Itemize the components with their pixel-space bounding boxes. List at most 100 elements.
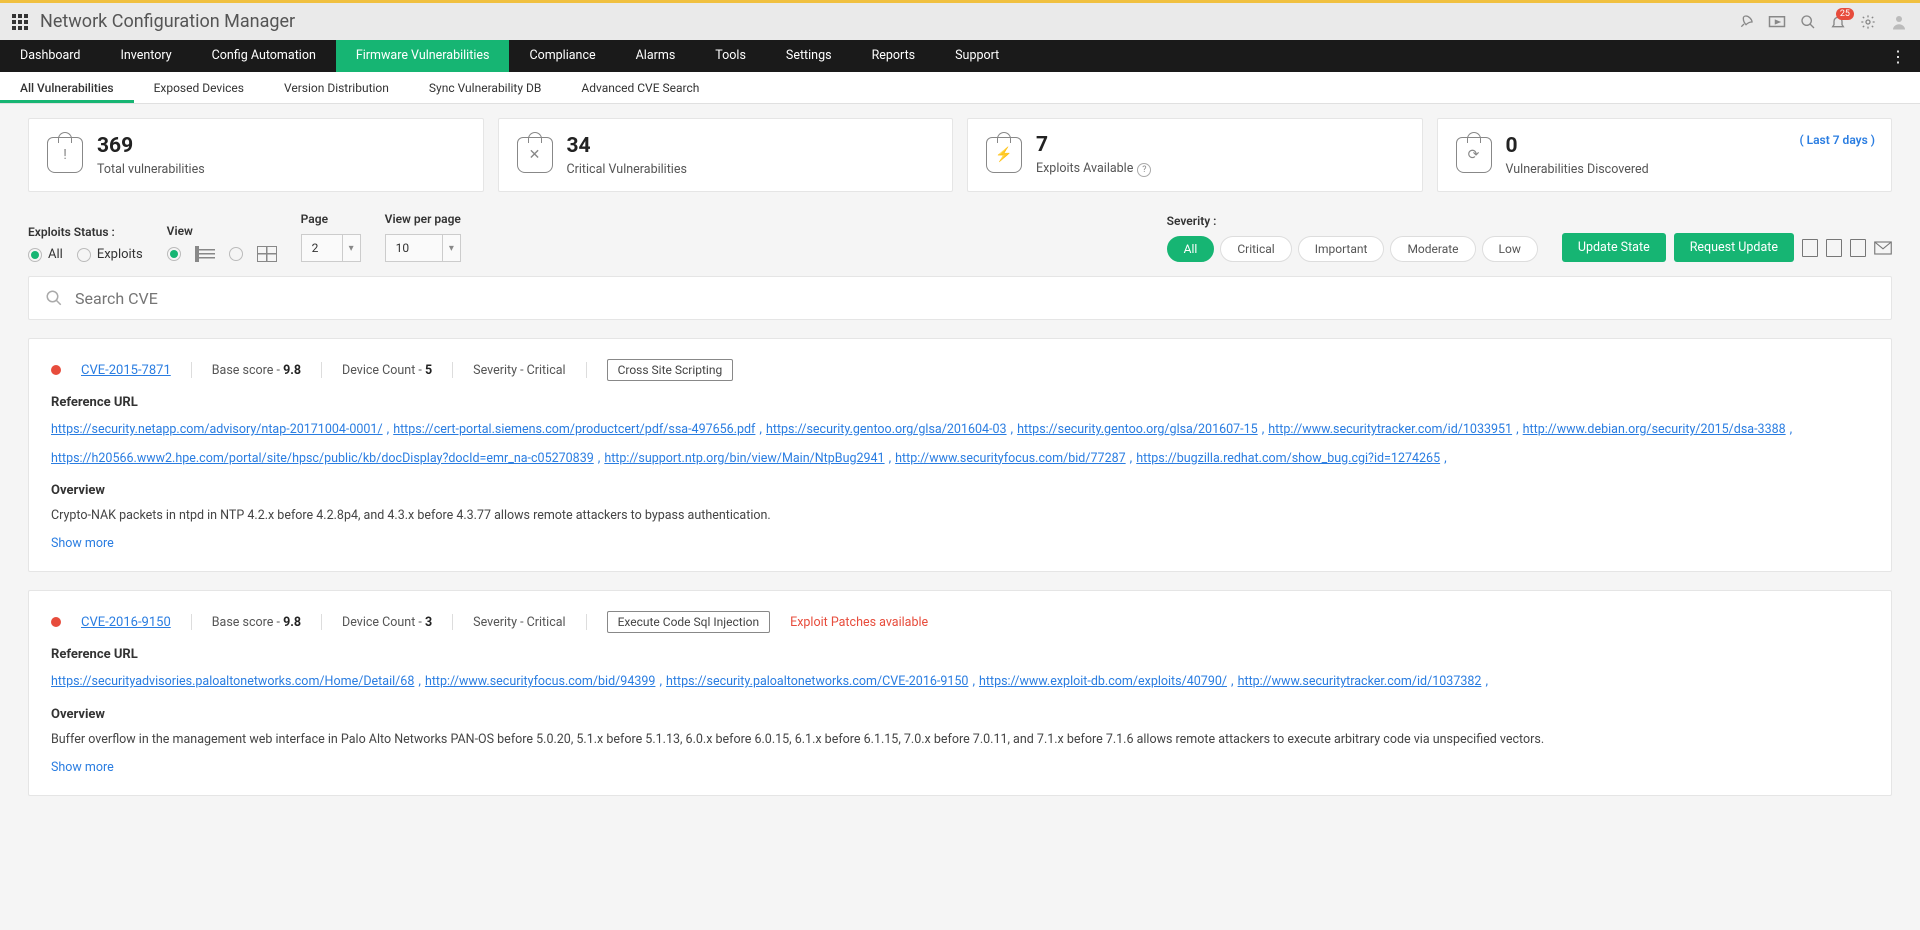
subnav-sync-vulnerability-db[interactable]: Sync Vulnerability DB bbox=[409, 72, 561, 103]
card-label: Critical Vulnerabilities bbox=[567, 162, 687, 177]
nav-inventory[interactable]: Inventory bbox=[100, 40, 191, 72]
severity-pill-all[interactable]: All bbox=[1167, 236, 1215, 262]
rocket-icon[interactable] bbox=[1738, 14, 1754, 30]
exploit-available: Exploit Patches available bbox=[790, 615, 928, 630]
user-icon[interactable] bbox=[1890, 13, 1908, 31]
export-xls-icon[interactable] bbox=[1850, 239, 1866, 257]
nav-compliance[interactable]: Compliance bbox=[509, 40, 615, 72]
reference-link[interactable]: https://security.gentoo.org/glsa/201607-… bbox=[1017, 418, 1258, 443]
topbar-left: Network Configuration Manager bbox=[12, 11, 295, 32]
cve-link[interactable]: CVE-2016-9150 bbox=[81, 615, 171, 630]
nav-tools[interactable]: Tools bbox=[695, 40, 766, 72]
reference-link[interactable]: http://www.securityfocus.com/bid/94399 bbox=[425, 670, 656, 695]
reference-link[interactable]: https://security.netapp.com/advisory/nta… bbox=[51, 418, 383, 443]
app-title: Network Configuration Manager bbox=[40, 11, 295, 32]
page-select-group: Page 2 bbox=[301, 212, 361, 262]
reference-link[interactable]: http://www.securitytracker.com/id/103738… bbox=[1238, 670, 1482, 695]
base-score: Base score - 9.8 bbox=[212, 615, 301, 630]
severity-pill-important[interactable]: Important bbox=[1298, 236, 1385, 262]
reference-link[interactable]: https://h20566.www2.hpe.com/portal/site/… bbox=[51, 447, 594, 472]
reference-link[interactable]: https://security.paloaltonetworks.com/CV… bbox=[666, 670, 968, 695]
card-value: 369 bbox=[97, 134, 205, 158]
severity-pill-critical[interactable]: Critical bbox=[1220, 236, 1291, 262]
help-icon[interactable]: ? bbox=[1137, 163, 1151, 177]
card-value: 34 bbox=[567, 134, 687, 158]
list-view-icon bbox=[195, 246, 215, 262]
card-period: ( Last 7 days ) bbox=[1799, 133, 1875, 147]
base-score: Base score - 9.8 bbox=[212, 363, 301, 378]
overview-heading: Overview bbox=[51, 707, 1869, 722]
exploits-radio-exploits[interactable] bbox=[77, 248, 91, 262]
card-label: Vulnerabilities Discovered bbox=[1506, 162, 1649, 177]
nav-settings[interactable]: Settings bbox=[766, 40, 852, 72]
card-value: 7 bbox=[1036, 133, 1151, 157]
device-count: Device Count - 5 bbox=[342, 363, 432, 378]
vulnerability-card: CVE-2016-9150 Base score - 9.8 Device Co… bbox=[28, 590, 1892, 796]
subnav-version-distribution[interactable]: Version Distribution bbox=[264, 72, 409, 103]
reference-link[interactable]: https://cert-portal.siemens.com/productc… bbox=[393, 418, 755, 443]
cve-link[interactable]: CVE-2015-7871 bbox=[81, 363, 171, 378]
vulnerability-card: CVE-2015-7871 Base score - 9.8 Device Co… bbox=[28, 338, 1892, 572]
presentation-icon[interactable] bbox=[1768, 14, 1786, 30]
update-state-button[interactable]: Update State bbox=[1562, 233, 1666, 262]
summary-cards: ! 369 Total vulnerabilities ✕ 34 Critica… bbox=[28, 118, 1892, 192]
subnav-all-vulnerabilities[interactable]: All Vulnerabilities bbox=[0, 72, 134, 103]
search-icon bbox=[45, 289, 63, 307]
page-select[interactable]: 2 bbox=[301, 234, 361, 262]
nav-reports[interactable]: Reports bbox=[852, 40, 936, 72]
reference-link[interactable]: https://securityadvisories.paloaltonetwo… bbox=[51, 670, 414, 695]
apps-grid-icon[interactable] bbox=[12, 14, 28, 30]
card-value: 0 bbox=[1506, 134, 1649, 158]
request-update-button[interactable]: Request Update bbox=[1674, 233, 1794, 262]
exploits-status-filter: Exploits Status : AllExploits bbox=[28, 225, 143, 262]
shield-icon: ⚡ bbox=[986, 137, 1022, 173]
kebab-icon[interactable]: ⋮ bbox=[1876, 47, 1920, 66]
grid-view-icon bbox=[257, 246, 277, 262]
view-filter: View bbox=[167, 224, 277, 262]
view-list-radio[interactable] bbox=[167, 247, 181, 261]
subnav-advanced-cve-search[interactable]: Advanced CVE Search bbox=[561, 72, 719, 103]
overview-text: Crypto-NAK packets in ntpd in NTP 4.2.x … bbox=[51, 506, 1869, 526]
topbar: Network Configuration Manager 25 bbox=[0, 0, 1920, 40]
vulnerability-list: CVE-2015-7871 Base score - 9.8 Device Co… bbox=[28, 338, 1892, 796]
reference-link[interactable]: http://www.debian.org/security/2015/dsa-… bbox=[1523, 418, 1786, 443]
summary-card: ⚡ 7 Exploits Available? bbox=[967, 118, 1423, 192]
severity-pill-low[interactable]: Low bbox=[1482, 236, 1538, 262]
reference-link[interactable]: http://support.ntp.org/bin/view/Main/Ntp… bbox=[604, 447, 884, 472]
bell-icon[interactable]: 25 bbox=[1830, 14, 1846, 30]
reference-heading: Reference URL bbox=[51, 647, 1869, 662]
show-more-link[interactable]: Show more bbox=[51, 536, 114, 551]
reference-link[interactable]: http://www.securityfocus.com/bid/77287 bbox=[895, 447, 1126, 472]
search-input[interactable] bbox=[75, 289, 1875, 308]
nav-dashboard[interactable]: Dashboard bbox=[0, 40, 100, 72]
shield-icon: ⟳ bbox=[1456, 137, 1492, 173]
mail-icon[interactable] bbox=[1874, 241, 1892, 255]
show-more-link[interactable]: Show more bbox=[51, 760, 114, 775]
gear-icon[interactable] bbox=[1860, 14, 1876, 30]
reference-link[interactable]: https://www.exploit-db.com/exploits/4079… bbox=[979, 670, 1227, 695]
search-icon[interactable] bbox=[1800, 14, 1816, 30]
reference-link[interactable]: http://www.securitytracker.com/id/103395… bbox=[1268, 418, 1512, 443]
nav-support[interactable]: Support bbox=[935, 40, 1019, 72]
export-pdf-icon[interactable] bbox=[1802, 239, 1818, 257]
severity-label: Severity - Critical bbox=[473, 615, 565, 630]
reference-link[interactable]: https://bugzilla.redhat.com/show_bug.cgi… bbox=[1136, 447, 1440, 472]
export-csv-icon[interactable] bbox=[1826, 239, 1842, 257]
main-nav: DashboardInventoryConfig AutomationFirmw… bbox=[0, 40, 1920, 72]
search-bar bbox=[28, 276, 1892, 320]
card-label: Exploits Available? bbox=[1036, 161, 1151, 177]
vuln-tag: Execute Code Sql Injection bbox=[607, 611, 771, 633]
sub-nav: All VulnerabilitiesExposed DevicesVersio… bbox=[0, 72, 1920, 104]
severity-pill-moderate[interactable]: Moderate bbox=[1390, 236, 1475, 262]
perpage-select[interactable]: 10 bbox=[385, 234, 461, 262]
action-buttons: Update State Request Update bbox=[1562, 215, 1892, 262]
severity-dot bbox=[51, 617, 61, 627]
nav-firmware-vulnerabilities[interactable]: Firmware Vulnerabilities bbox=[336, 40, 510, 72]
subnav-exposed-devices[interactable]: Exposed Devices bbox=[134, 72, 264, 103]
radio-label: All bbox=[48, 247, 63, 262]
exploits-radio-all[interactable] bbox=[28, 248, 42, 262]
nav-alarms[interactable]: Alarms bbox=[616, 40, 696, 72]
nav-config-automation[interactable]: Config Automation bbox=[192, 40, 336, 72]
view-grid-radio[interactable] bbox=[229, 247, 243, 261]
reference-link[interactable]: https://security.gentoo.org/glsa/201604-… bbox=[766, 418, 1007, 443]
